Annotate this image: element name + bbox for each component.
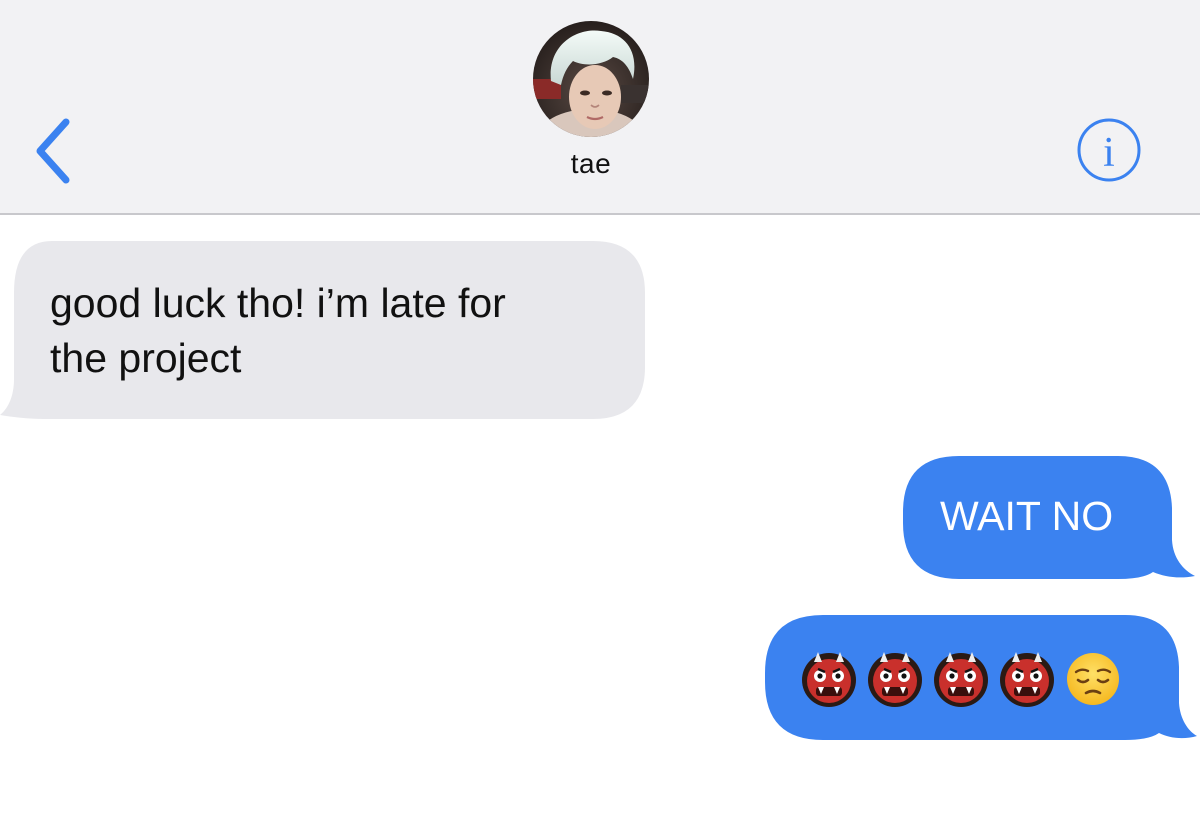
svg-text:i: i xyxy=(1103,130,1115,176)
info-button[interactable]: i xyxy=(1076,117,1142,183)
info-icon: i xyxy=(1077,118,1141,182)
pensive-face-emoji xyxy=(1067,653,1119,705)
contact-name[interactable]: tae xyxy=(500,148,682,180)
emoji-row xyxy=(800,650,1122,708)
outgoing-message-bubble[interactable]: WAIT NO xyxy=(903,456,1196,579)
ogre-emoji xyxy=(868,652,922,707)
chevron-left-icon xyxy=(36,118,70,184)
ogre-emoji xyxy=(1000,652,1054,707)
back-button[interactable] xyxy=(28,114,84,188)
message-thread[interactable]: good luck tho! i’m late for the project … xyxy=(0,215,1200,817)
contact-avatar[interactable] xyxy=(533,21,649,137)
incoming-message-bubble[interactable]: good luck tho! i’m late for the project xyxy=(0,241,645,419)
ogre-emoji xyxy=(802,652,856,707)
message-text: WAIT NO xyxy=(940,493,1114,539)
message-text: good luck tho! i’m late for the project xyxy=(50,280,506,381)
outgoing-emoji-bubble[interactable] xyxy=(765,615,1197,740)
conversation-header: tae i xyxy=(0,0,1200,215)
avatar-photo xyxy=(533,21,649,137)
ogre-emoji xyxy=(934,652,988,707)
